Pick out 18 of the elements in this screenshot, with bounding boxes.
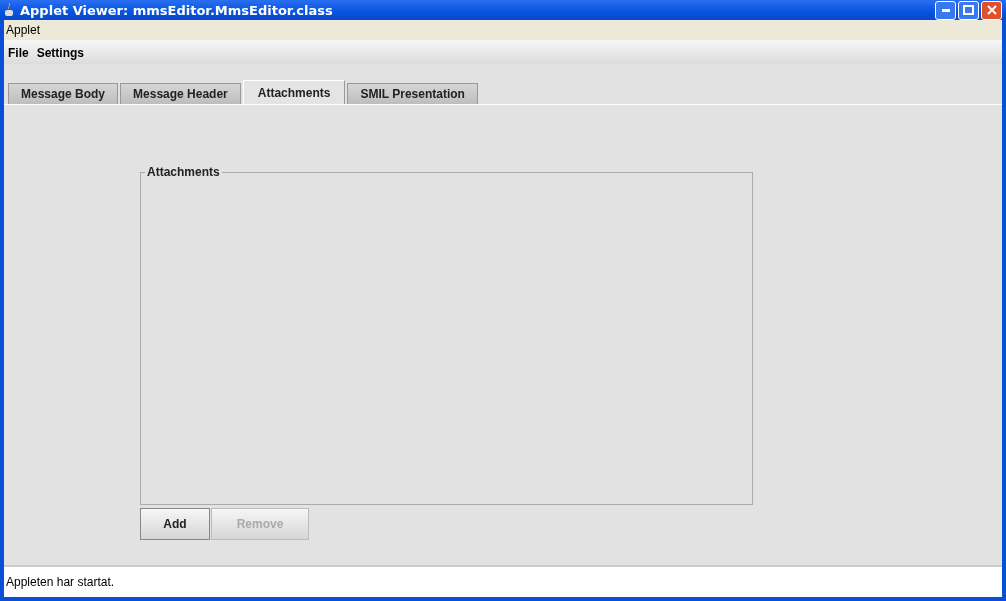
menu-item[interactable]: Settings — [36, 45, 84, 61]
close-icon — [986, 5, 997, 15]
tab[interactable]: Attachments — [242, 80, 346, 104]
menu-item[interactable]: Applet — [6, 22, 41, 38]
minimize-icon — [941, 8, 950, 12]
java-cup-icon — [4, 3, 14, 17]
menu-item[interactable]: File — [8, 45, 29, 61]
maximize-button[interactable] — [958, 0, 979, 20]
tab[interactable]: Message Body — [8, 83, 119, 104]
dialog-button[interactable]: Add — [140, 508, 210, 540]
minimize-button[interactable] — [935, 0, 956, 20]
tab[interactable]: Message Header — [120, 83, 241, 104]
tab[interactable]: SMIL Presentation — [347, 83, 478, 104]
window-title: Applet Viewer: mmsEditor.MmsEditor.class — [20, 2, 334, 18]
close-button[interactable] — [981, 0, 1002, 20]
status-bar: Appleten har startat. — [4, 565, 1002, 597]
maximize-icon — [963, 5, 974, 15]
group-title: Attachments — [146, 165, 221, 179]
